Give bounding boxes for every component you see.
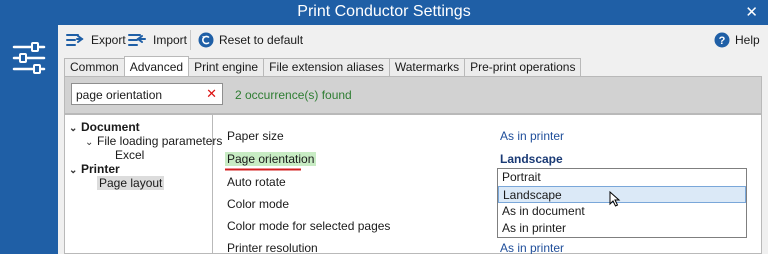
import-label: Import <box>153 33 188 47</box>
settings-sliders-icon <box>12 42 46 74</box>
tree-node-excel[interactable]: Excel <box>115 148 144 162</box>
tree-node-page-layout[interactable]: Page layout <box>97 176 165 190</box>
property-name[interactable]: Auto rotate <box>227 175 286 189</box>
clear-search-icon[interactable]: ✕ <box>206 86 217 102</box>
export-button[interactable]: Export <box>66 31 126 49</box>
close-icon[interactable]: ✕ <box>745 3 758 21</box>
property-value-selected[interactable]: Landscape <box>500 152 563 166</box>
tab-pre-print-operations[interactable]: Pre-print operations <box>464 58 582 76</box>
help-label: Help <box>735 33 760 47</box>
search-match-underline <box>225 168 301 171</box>
export-label: Export <box>91 33 126 47</box>
property-name[interactable]: Printer resolution <box>227 241 318 254</box>
help-icon: ? <box>714 32 730 48</box>
svg-text:?: ? <box>719 35 726 47</box>
tab-advanced[interactable]: Advanced <box>123 56 190 76</box>
export-icon <box>66 34 84 46</box>
left-strip <box>0 25 58 254</box>
help-button[interactable]: ? Help <box>714 31 760 49</box>
property-name[interactable]: Color mode <box>227 197 289 211</box>
orientation-dropdown-list[interactable]: Portrait Landscape As in document As in … <box>497 168 747 238</box>
toolbar-separator <box>190 30 191 50</box>
search-box: ✕ <box>71 83 223 105</box>
reset-label: Reset to default <box>219 33 304 47</box>
tree-label: File loading parameters <box>97 134 223 148</box>
tab-common[interactable]: Common <box>64 58 125 76</box>
search-bar: ✕ 2 occurrence(s) found <box>64 76 762 114</box>
chevron-down-icon[interactable]: ⌄ <box>69 165 81 176</box>
property-value[interactable]: As in printer <box>500 241 564 254</box>
tree-node-file-loading-parameters[interactable]: ⌄ File loading parameters <box>85 134 222 148</box>
dropdown-option-portrait[interactable]: Portrait <box>498 169 746 186</box>
chevron-down-icon[interactable]: ⌄ <box>69 123 81 134</box>
search-result-count: 2 occurrence(s) found <box>235 88 352 102</box>
import-button[interactable]: Import <box>128 31 187 49</box>
tree-label: Printer <box>81 162 120 176</box>
reset-icon <box>198 32 214 48</box>
property-value[interactable]: As in printer <box>500 129 564 143</box>
property-name-highlighted[interactable]: Page orientation <box>225 152 317 166</box>
chevron-down-icon[interactable]: ⌄ <box>85 137 97 148</box>
import-icon <box>128 34 146 46</box>
mouse-cursor-icon <box>609 191 621 207</box>
tab-print-engine[interactable]: Print engine <box>188 58 265 76</box>
window-title: Print Conductor Settings <box>297 3 471 20</box>
tree-node-document[interactable]: ⌄ Document <box>69 120 140 134</box>
tab-file-extension-aliases[interactable]: File extension aliases <box>263 58 390 76</box>
property-name[interactable]: Paper size <box>227 129 284 143</box>
dropdown-option-as-in-document[interactable]: As in document <box>498 203 746 220</box>
property-name[interactable]: Color mode for selected pages <box>227 219 390 233</box>
reset-to-default-button[interactable]: Reset to default <box>198 31 303 49</box>
dropdown-option-as-in-printer[interactable]: As in printer <box>498 220 746 237</box>
tree-node-printer[interactable]: ⌄ Printer <box>69 162 120 176</box>
tree-label: Document <box>81 120 140 134</box>
settings-tree: ⌄ Document ⌄ File loading parameters Excel… <box>65 115 222 254</box>
tab-strip: Common Advanced Print engine File extens… <box>64 56 582 76</box>
toolbar: Export Import Reset to default ? Help <box>58 25 768 55</box>
search-input[interactable] <box>76 87 202 103</box>
title-bar: Print Conductor Settings ✕ <box>0 0 768 25</box>
tab-watermarks[interactable]: Watermarks <box>388 58 466 76</box>
dropdown-option-landscape[interactable]: Landscape <box>498 186 746 203</box>
